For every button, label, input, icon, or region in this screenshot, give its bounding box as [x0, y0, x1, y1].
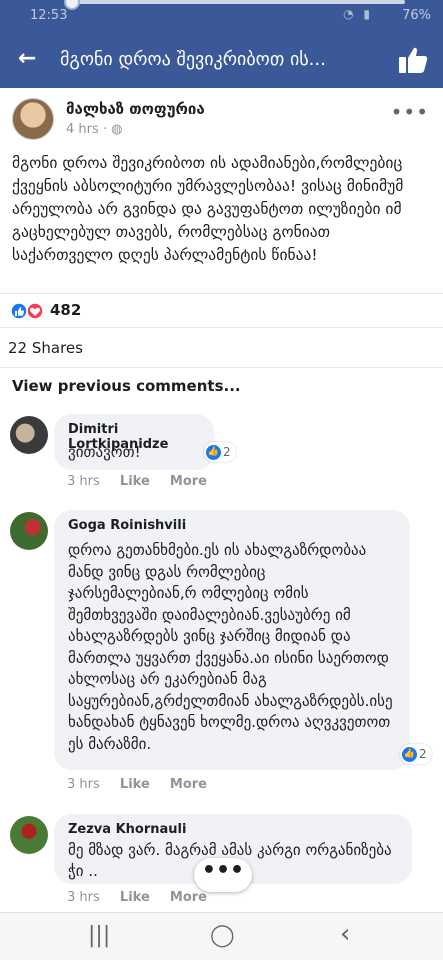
comment-more-button[interactable]: More	[170, 890, 207, 905]
view-previous-comments[interactable]: View previous comments...	[12, 377, 241, 395]
post-body: მგონი დროა შევიკრიბოთ ის ადამიანები,რომლ…	[12, 154, 404, 264]
floating-more-button[interactable]: •••	[194, 858, 252, 892]
comment-like-badge[interactable]: 👍 2	[204, 442, 236, 462]
back-arrow-icon[interactable]: ←	[18, 46, 36, 71]
commenter-name[interactable]: Zezva Khornauli	[68, 822, 186, 837]
comment-text: დროა გეთანხმები.ეს ის ახალგაზრდობაა მანდ…	[68, 541, 393, 753]
progress-track	[70, 0, 405, 4]
comment-like-count: 2	[223, 445, 231, 459]
video-progress	[64, 0, 405, 10]
comment-more-button[interactable]: More	[170, 474, 207, 489]
progress-knob	[64, 0, 80, 10]
reaction-icons	[10, 302, 44, 320]
comment-actions: 3 hrs Like More	[67, 777, 223, 792]
battery-level: 76%	[402, 8, 431, 23]
thumbs-up-icon[interactable]	[397, 44, 429, 76]
comment-like-count: 2	[419, 747, 427, 761]
globe-icon: · ◍	[102, 122, 123, 137]
app-bar: ← მგონი დროა შევიკრიბოთ ის...	[0, 32, 443, 88]
comment-time: 3 hrs	[67, 777, 100, 792]
page-title: მგონი დროა შევიკრიბოთ ის...	[60, 49, 326, 70]
post-author[interactable]: მალხაზ თოფურია	[66, 100, 205, 118]
commenter-name[interactable]: Goga Roinishvili	[68, 518, 186, 533]
comment-bubble: Dimitri Lortkipanidze ვითავოთ!	[54, 414, 214, 470]
commenter-avatar[interactable]	[10, 416, 48, 454]
comment-actions: 3 hrs Like More	[67, 474, 223, 489]
post-meta: 4 hrs · ◍	[66, 122, 123, 137]
comment-time: 3 hrs	[67, 474, 100, 489]
comment-like-button[interactable]: Like	[120, 777, 150, 792]
reaction-count: 482	[50, 301, 82, 319]
commenter-avatar[interactable]	[10, 512, 48, 550]
like-icon: 👍	[206, 444, 221, 460]
author-avatar[interactable]	[12, 98, 54, 140]
back-icon[interactable]: ‹	[340, 919, 350, 949]
comment-actions: 3 hrs Like More	[67, 890, 223, 905]
like-icon: 👍	[402, 746, 417, 762]
comment-like-button[interactable]: Like	[120, 474, 150, 489]
status-bar: 12:53 ◔ ▮ 76%	[0, 0, 443, 32]
more-options-icon[interactable]: •••	[391, 100, 429, 124]
post-time: 4 hrs	[66, 122, 99, 137]
comment-like-button[interactable]: Like	[120, 890, 150, 905]
comment-time: 3 hrs	[67, 890, 100, 905]
status-icons: ◔ ▮	[343, 7, 373, 21]
home-icon[interactable]: ◯	[210, 923, 235, 948]
comment-like-badge[interactable]: 👍 2	[400, 744, 432, 764]
commenter-avatar[interactable]	[10, 816, 48, 854]
shares-count: 22 Shares	[8, 339, 83, 357]
comments-section: View previous comments... Dimitri Lortki…	[0, 367, 443, 912]
recents-icon[interactable]: |||	[88, 923, 110, 948]
comment-text: ვითავოთ!	[68, 443, 141, 461]
reactions-bar[interactable]: 482	[0, 293, 443, 327]
status-time: 12:53	[30, 8, 68, 23]
comment-bubble: Goga Roinishvili დროა გეთანხმები.ეს ის ა…	[54, 510, 410, 770]
system-nav-bar: ||| ◯ ‹	[0, 912, 443, 960]
post-card: მალხაზ თოფურია 4 hrs · ◍ ••• მგონი დროა …	[0, 88, 443, 293]
comment-more-button[interactable]: More	[170, 777, 207, 792]
shares-row[interactable]: 22 Shares	[0, 327, 443, 367]
